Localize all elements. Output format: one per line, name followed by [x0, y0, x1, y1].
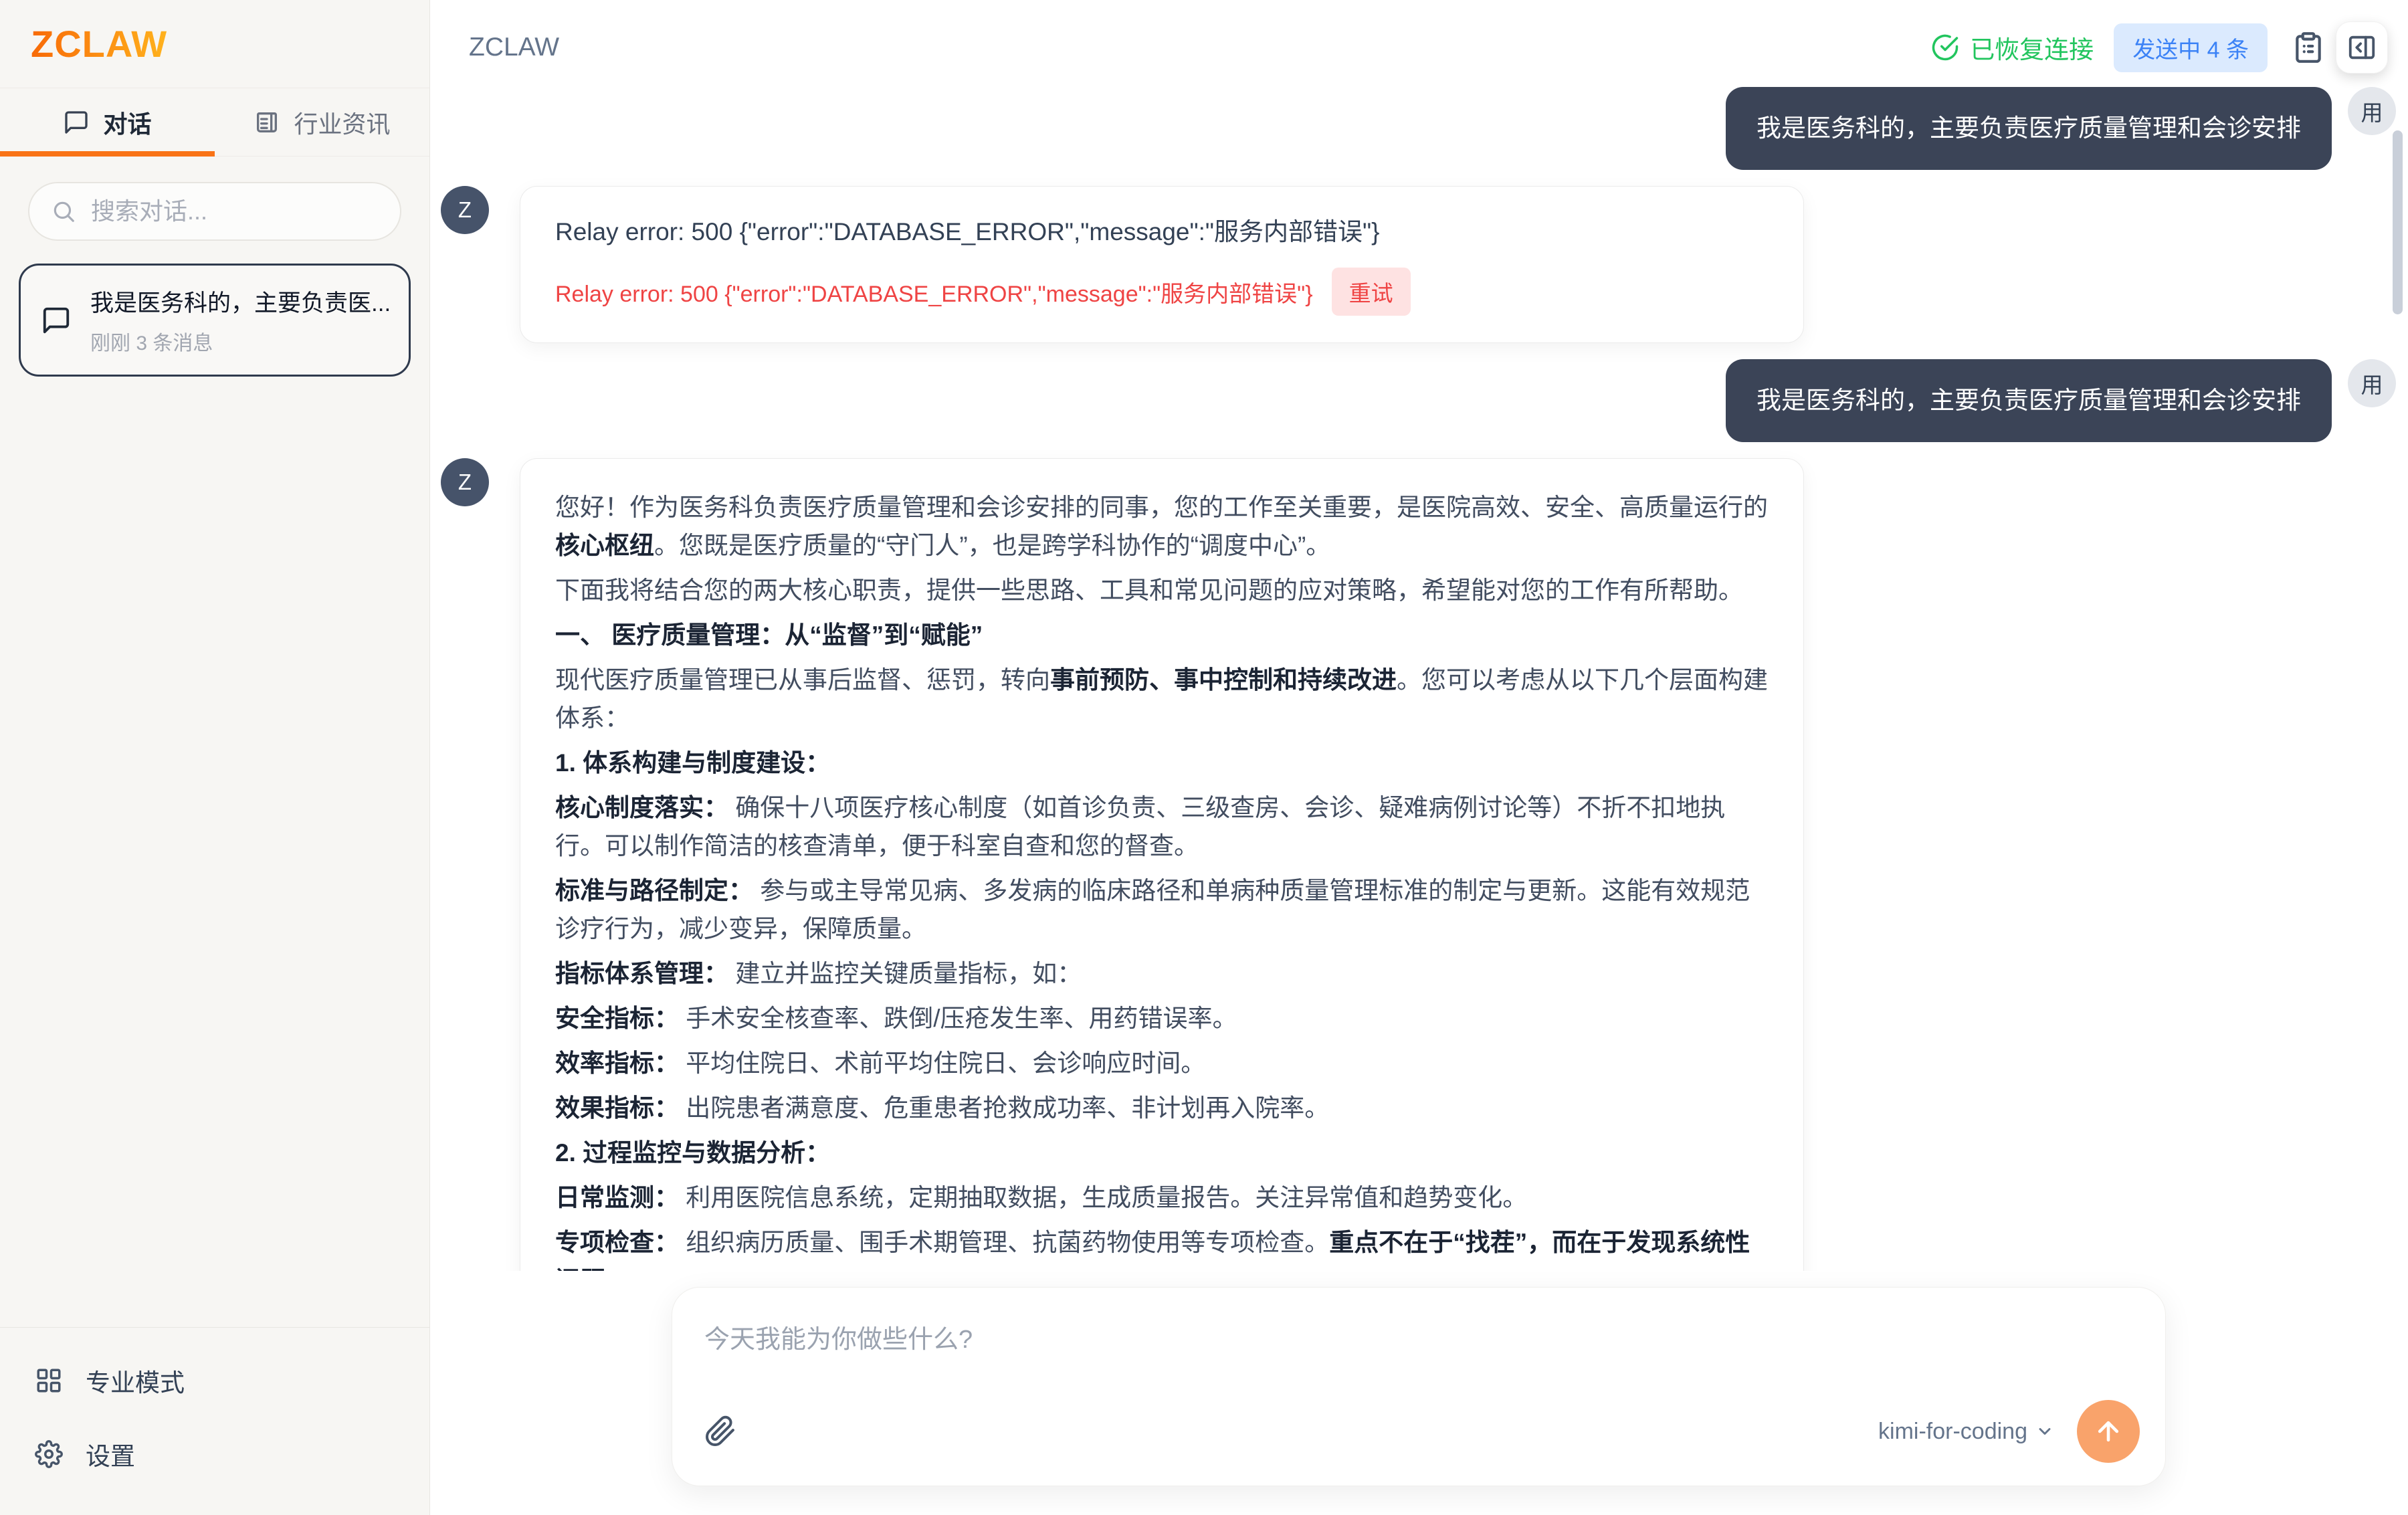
sidebar-footer: 专业模式 设置 [0, 1327, 429, 1515]
check-circle-icon [1931, 33, 1959, 62]
sending-badge: 发送中 4 条 [2114, 23, 2268, 72]
model-selector[interactable]: kimi-for-coding [1878, 1419, 2054, 1445]
sidebar-item-pro-mode-label: 专业模式 [86, 1362, 185, 1399]
search-icon [51, 199, 76, 224]
chat-header: ZCLAW 已恢复连接 发送中 4 条 [430, 0, 2408, 87]
message-list: 我是医务科的，主要负责医疗质量管理和会诊安排 用 Z Relay error: … [430, 87, 2408, 1271]
collapse-panel-button[interactable] [2336, 21, 2388, 74]
chat-scroll-area[interactable]: ZCLAW 已恢复连接 发送中 4 条 [430, 0, 2408, 1271]
message-paragraph: 标准与路径制定： 参与或主导常见病、多发病的临床路径和单病种质量管理标准的制定与… [555, 872, 1769, 948]
news-icon [254, 109, 280, 136]
composer-right-controls: kimi-for-coding [1878, 1400, 2140, 1463]
attach-file-button[interactable] [704, 1415, 736, 1447]
user-message-row: 我是医务科的，主要负责医疗质量管理和会诊安排 用 [441, 359, 2408, 442]
send-button[interactable] [2077, 1400, 2140, 1463]
chat-icon [63, 109, 90, 136]
composer-placeholder: 今天我能为你做些什么? [704, 1318, 2133, 1355]
message-paragraph: 2. 过程监控与数据分析： [555, 1134, 1769, 1172]
error-message-text: Relay error: 500 {"error":"DATABASE_ERRO… [555, 213, 1769, 251]
message-paragraph: 指标体系管理： 建立并监控关键质量指标，如： [555, 954, 1769, 993]
sidebar: ZCLAW 对话 行业资讯 我是医务 [0, 0, 430, 1515]
composer[interactable]: 今天我能为你做些什么? kimi-for-coding [672, 1287, 2166, 1486]
connection-status: 已恢复连接 [1931, 29, 2094, 66]
panel-collapse-icon [2346, 32, 2377, 63]
tab-industry-news-label: 行业资讯 [294, 105, 390, 140]
sidebar-logo-area: ZCLAW [0, 0, 429, 88]
message-paragraph: 下面我将结合您的两大核心职责，提供一些思路、工具和常见问题的应对策略，希望能对您… [555, 571, 1769, 609]
assistant-avatar: Z [441, 186, 489, 234]
chat-title: ZCLAW [469, 33, 559, 62]
user-message-bubble: 我是医务科的，主要负责医疗质量管理和会诊安排 [1726, 359, 2332, 442]
scrollbar-thumb[interactable] [2393, 130, 2403, 314]
user-message-bubble: 我是医务科的，主要负责医疗质量管理和会诊安排 [1726, 87, 2332, 170]
header-actions: 已恢复连接 发送中 4 条 [1931, 21, 2388, 74]
message-paragraph: 日常监测： 利用医院信息系统，定期抽取数据，生成质量报告。关注异常值和趋势变化。 [555, 1179, 1769, 1217]
conversation-title: 我是医务科的，主要负责医... [90, 284, 389, 318]
conversation-texts: 我是医务科的，主要负责医... 刚刚 3 条消息 [90, 284, 389, 356]
message-paragraph: 现代医疗质量管理已从事后监督、惩罚，转向事前预防、事中控制和持续改进。您可以考虑… [555, 661, 1769, 737]
assistant-message-row: Z 您好！作为医务科负责医疗质量管理和会诊安排的同事，您的工作至关重要，是医院高… [441, 458, 2408, 1272]
search-box [28, 182, 401, 241]
search-area [0, 157, 429, 256]
sidebar-item-settings[interactable]: 设置 [0, 1417, 429, 1491]
assistant-avatar: Z [441, 458, 489, 506]
connection-status-label: 已恢复连接 [1970, 29, 2094, 66]
clipboard-icon[interactable] [2292, 31, 2325, 64]
message-paragraph: 您好！作为医务科负责医疗质量管理和会诊安排的同事，您的工作至关重要，是医院高效、… [555, 488, 1769, 565]
sidebar-item-pro-mode[interactable]: 专业模式 [0, 1344, 429, 1417]
message-paragraph: 一、 医疗质量管理：从“监督”到“赋能” [555, 616, 1769, 654]
user-message-row: 我是医务科的，主要负责医疗质量管理和会诊安排 用 [441, 87, 2408, 170]
message-paragraph: 核心制度落实： 确保十八项医疗核心制度（如首诊负责、三级查房、会诊、疑难病例讨论… [555, 789, 1769, 865]
message-paragraph: 专项检查： 组织病历质量、围手术期管理、抗菌药物使用等专项检查。重点不在于“找茬… [555, 1223, 1769, 1272]
chat-bubble-icon [41, 305, 72, 336]
arrow-up-icon [2094, 1417, 2123, 1446]
app-logo: ZCLAW [31, 22, 167, 66]
tab-conversations-label: 对话 [103, 105, 151, 140]
gear-icon [35, 1440, 63, 1468]
error-detail-text: Relay error: 500 {"error":"DATABASE_ERRO… [555, 276, 1313, 308]
tab-industry-news[interactable]: 行业资讯 [215, 88, 429, 156]
error-detail-row: Relay error: 500 {"error":"DATABASE_ERRO… [555, 268, 1769, 316]
assistant-error-card: Relay error: 500 {"error":"DATABASE_ERRO… [520, 186, 1804, 344]
conversation-meta: 刚刚 3 条消息 [90, 326, 389, 356]
sidebar-tabs: 对话 行业资讯 [0, 88, 429, 157]
assistant-message-row: Z Relay error: 500 {"error":"DATABASE_ER… [441, 186, 2408, 344]
message-paragraph: 效果指标： 出院患者满意度、危重患者抢救成功率、非计划再入院率。 [555, 1089, 1769, 1127]
conversation-list: 我是医务科的，主要负责医... 刚刚 3 条消息 [0, 256, 429, 1327]
composer-toolbar: kimi-for-coding [704, 1400, 2140, 1463]
model-name: kimi-for-coding [1878, 1419, 2027, 1445]
user-avatar: 用 [2348, 87, 2396, 135]
grid-icon [35, 1367, 63, 1395]
search-input[interactable] [91, 197, 379, 225]
message-paragraph: 效率指标： 平均住院日、术前平均住院日、会诊响应时间。 [555, 1044, 1769, 1082]
sidebar-item-settings-label: 设置 [86, 1436, 135, 1472]
paperclip-icon [704, 1415, 736, 1447]
tab-conversations[interactable]: 对话 [0, 88, 215, 156]
conversation-list-item[interactable]: 我是医务科的，主要负责医... 刚刚 3 条消息 [19, 264, 411, 377]
message-paragraph: 安全指标： 手术安全核查率、跌倒/压疮发生率、用药错误率。 [555, 999, 1769, 1037]
user-avatar: 用 [2348, 359, 2396, 407]
chevron-down-icon [2035, 1422, 2054, 1441]
retry-button[interactable]: 重试 [1332, 268, 1411, 316]
assistant-message-card: 您好！作为医务科负责医疗质量管理和会诊安排的同事，您的工作至关重要，是医院高效、… [520, 458, 1804, 1272]
main-area: ZCLAW 已恢复连接 发送中 4 条 [430, 0, 2408, 1515]
message-paragraph: 1. 体系构建与制度建设： [555, 744, 1769, 782]
